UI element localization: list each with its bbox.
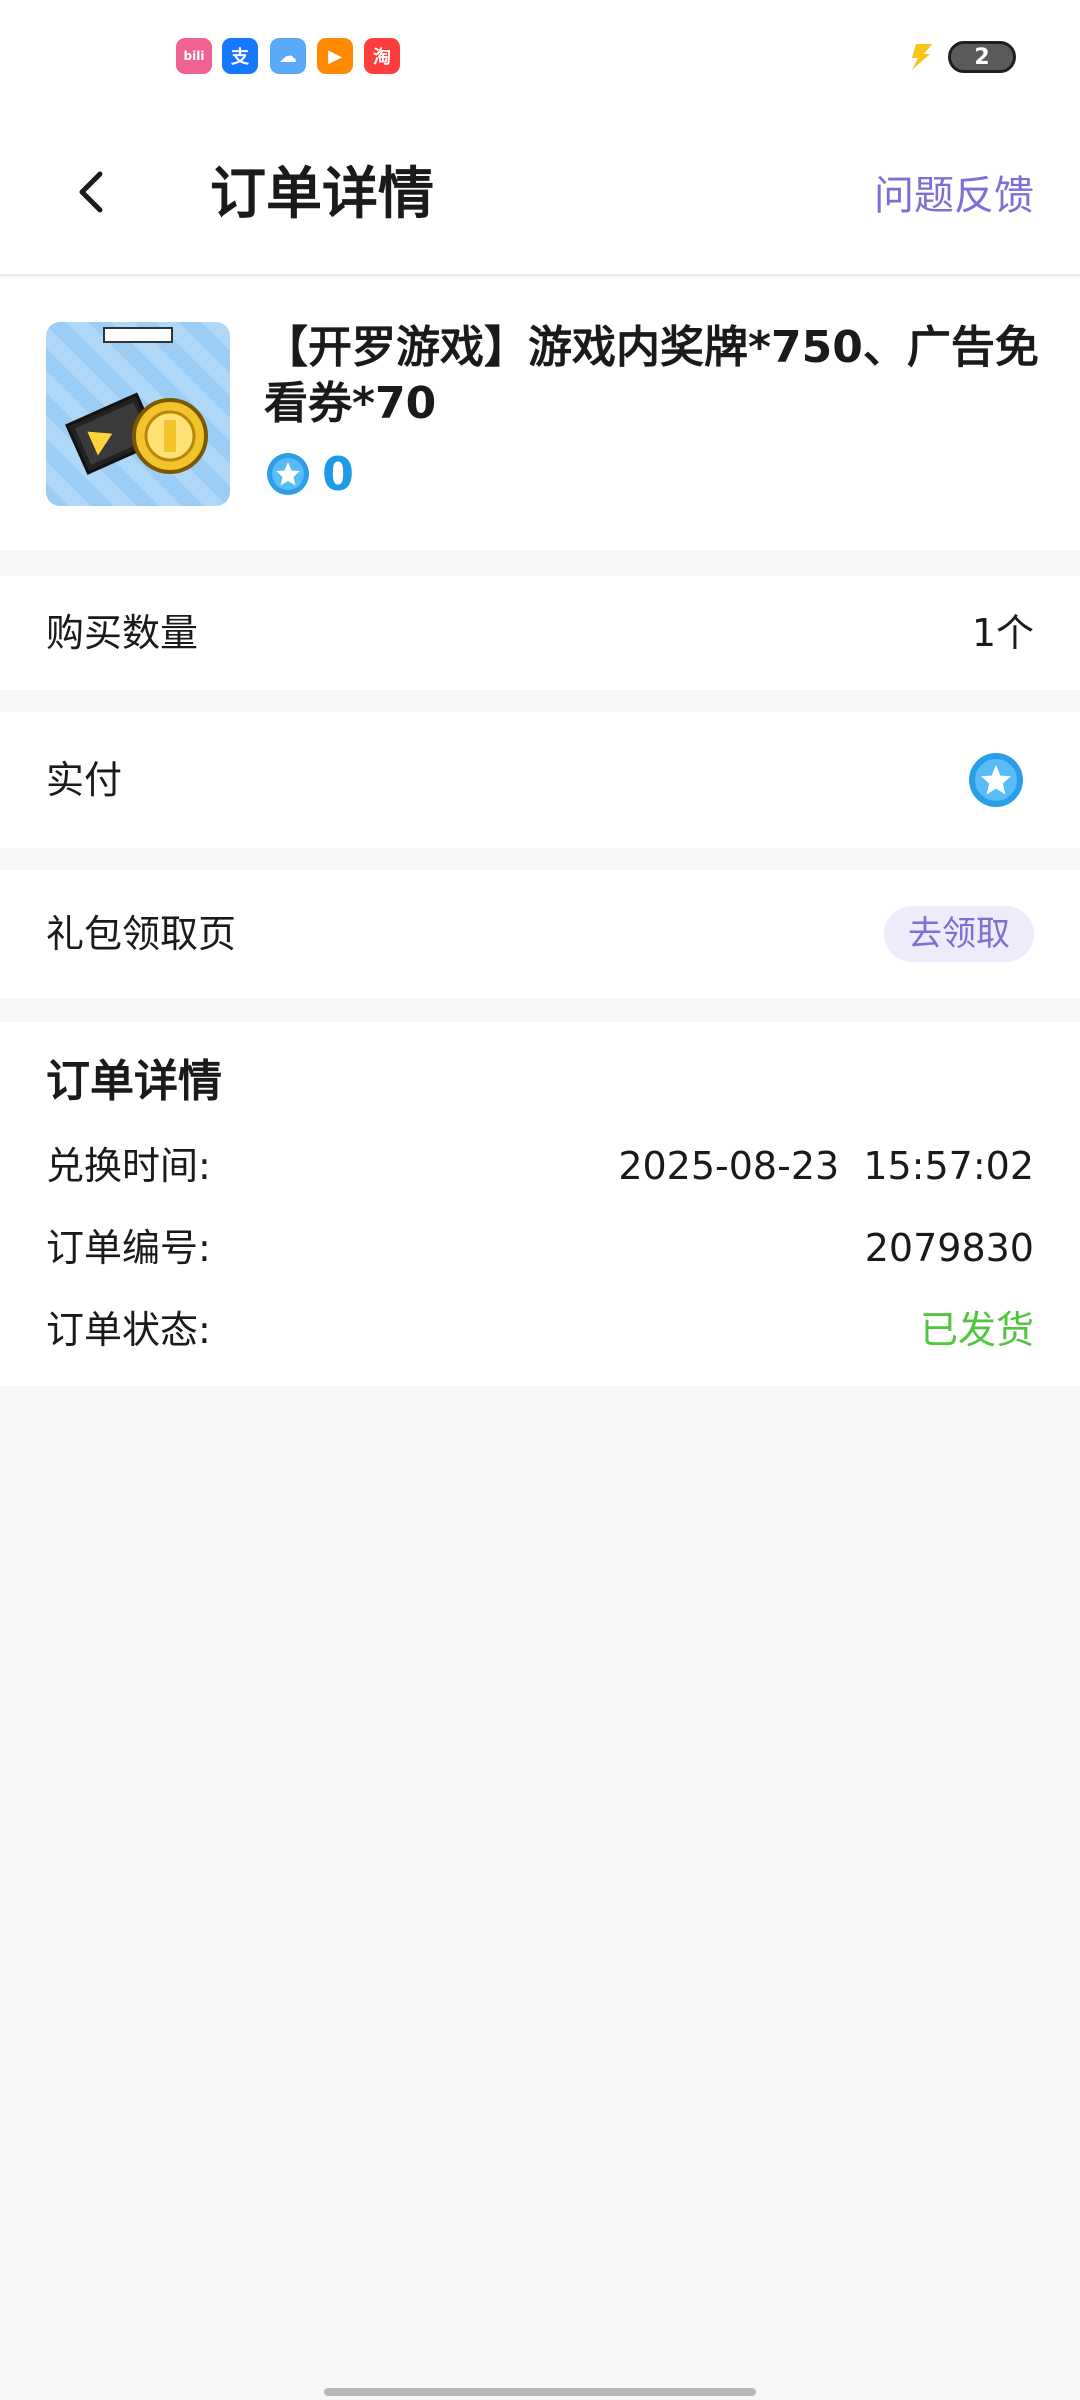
quantity-label: 购买数量 [46, 611, 199, 655]
order-number-value: 2079830 [864, 1226, 1034, 1270]
price-row: 0 [266, 446, 354, 502]
claim-button[interactable]: 去领取 [884, 906, 1034, 962]
video-icon: ▶ [317, 38, 353, 74]
battery-indicator: 2 [948, 41, 1016, 73]
star-coin-icon [969, 753, 1023, 807]
redeem-time-label: 兑换时间: [46, 1144, 211, 1188]
paid-label: 实付 [46, 758, 123, 802]
page-title: 订单详情 [210, 162, 434, 227]
taobao-icon: 淘 [364, 38, 400, 74]
video-glyph: ▶ [328, 45, 342, 67]
header: 订单详情 问题反馈 [0, 112, 1080, 276]
battery-level: 2 [974, 44, 990, 70]
weather-glyph: ☁ [279, 45, 297, 67]
alipay-icon: 支 [222, 38, 258, 74]
alipay-glyph: 支 [231, 47, 249, 68]
star-coin-icon [267, 453, 309, 495]
paid-row: 实付 [0, 712, 1080, 848]
back-arrow-icon[interactable] [60, 160, 124, 224]
product-thumbnail [46, 322, 230, 506]
weather-icon: ☁ [270, 38, 306, 74]
gift-pack-row: 礼包领取页 去领取 [0, 870, 1080, 998]
gift-pack-label: 礼包领取页 [46, 912, 237, 956]
taobao-glyph: 淘 [373, 47, 391, 68]
product-card: 【开罗游戏】游戏内奖牌*750、广告免看券*70 0 [0, 278, 1080, 550]
redeem-time-row: 兑换时间: 2025-08-23 15:57:02 [0, 1136, 1080, 1196]
product-price: 0 [322, 447, 355, 501]
home-indicator[interactable] [324, 2388, 756, 2396]
redeem-time-value: 2025-08-23 15:57:02 [618, 1144, 1034, 1188]
bilibili-icon: bili [176, 38, 212, 74]
bilibili-glyph: bili [183, 49, 205, 63]
quantity-row: 购买数量 1个 [0, 576, 1080, 690]
order-details-section: 订单详情 兑换时间: 2025-08-23 15:57:02 订单编号: 207… [0, 1022, 1080, 1386]
product-title: 【开罗游戏】游戏内奖牌*750、广告免看券*70 [264, 322, 1039, 429]
order-status-row: 订单状态: 已发货 [0, 1300, 1080, 1360]
product-image-art [65, 327, 208, 475]
order-status-label: 订单状态: [46, 1308, 211, 1352]
status-bar: bili 支 ☁ ▶ 淘 2 [0, 0, 1080, 112]
feedback-link[interactable]: 问题反馈 [874, 166, 1034, 226]
order-status-value: 已发货 [919, 1308, 1034, 1352]
order-details-title: 订单详情 [46, 1056, 222, 1107]
order-number-row: 订单编号: 2079830 [0, 1218, 1080, 1278]
order-number-label: 订单编号: [46, 1226, 211, 1270]
charging-bolt-icon [912, 44, 932, 70]
quantity-value: 1个 [971, 611, 1034, 655]
